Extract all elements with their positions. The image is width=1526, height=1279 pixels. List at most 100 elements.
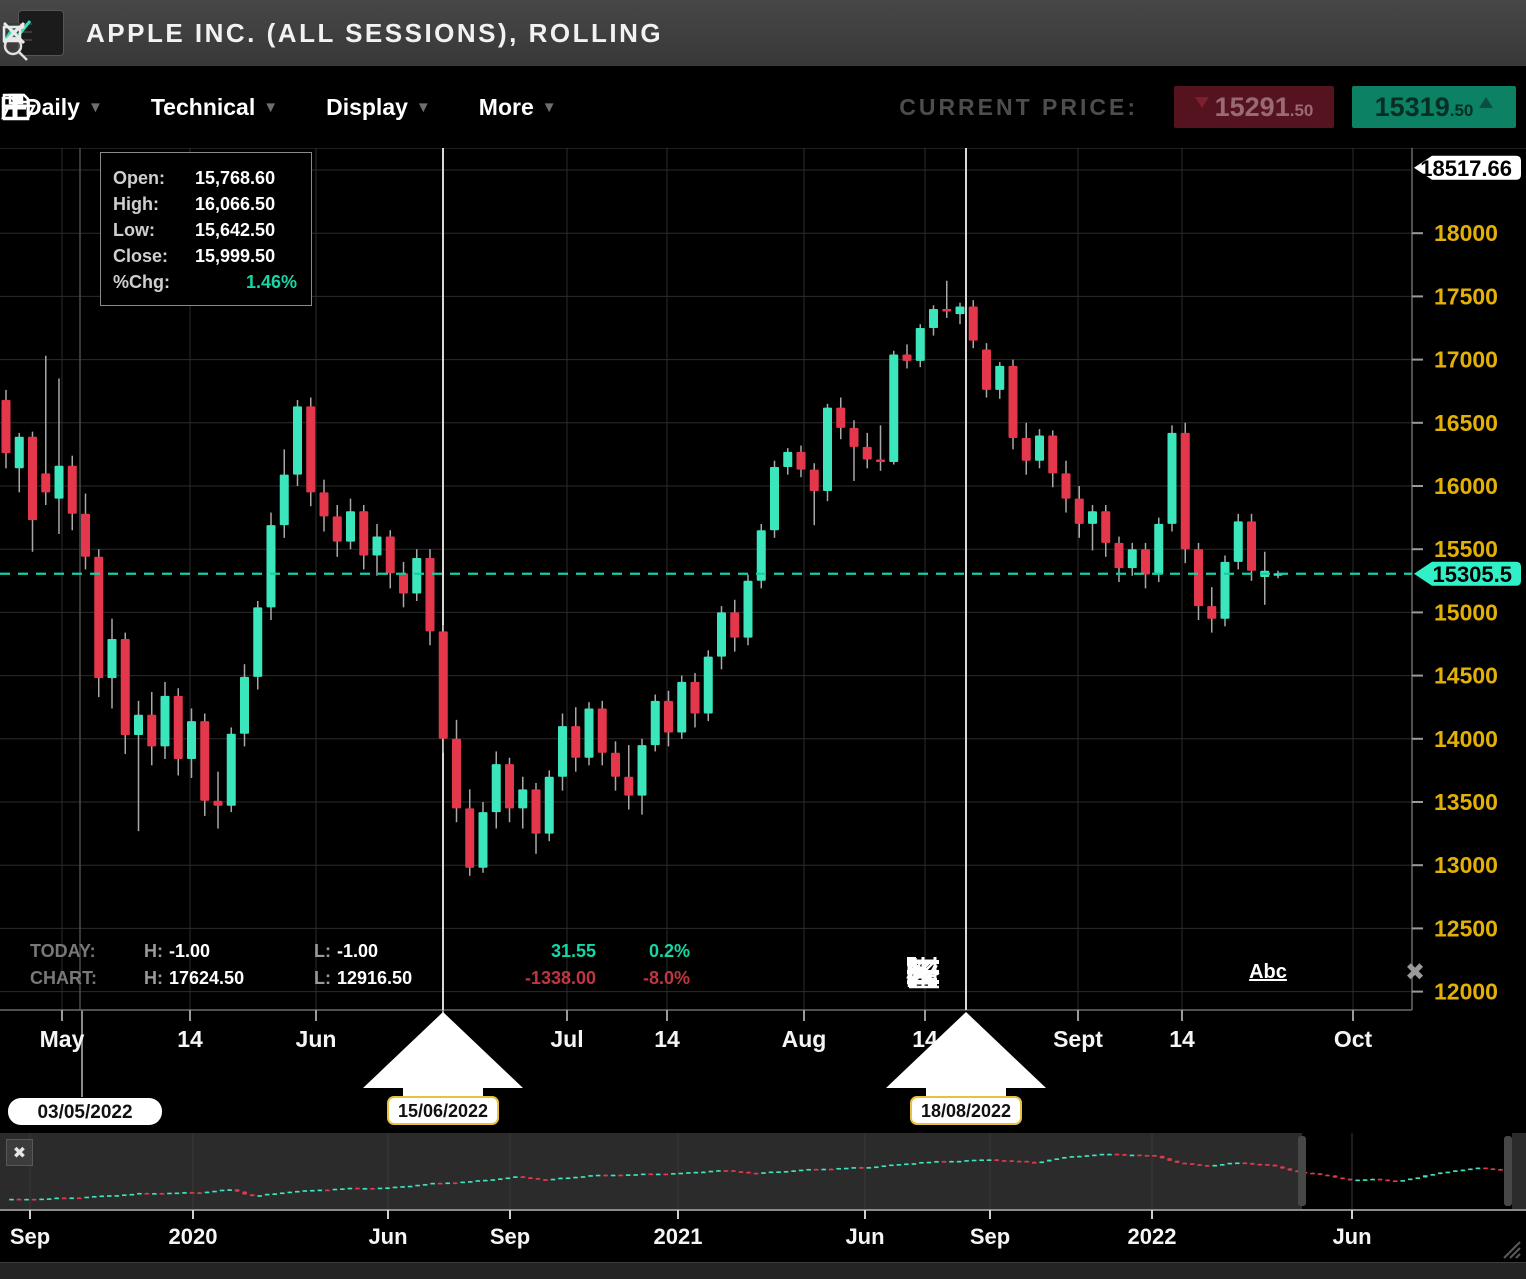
time-tick-label: Aug <box>782 1026 827 1052</box>
arrow-up-icon <box>1479 97 1493 108</box>
time-tick-label: Jul <box>550 1026 583 1052</box>
candle-body <box>518 789 527 808</box>
mini-time-axis: Sep2020JunSep2021JunSep2022Jun <box>10 1210 1372 1249</box>
candle-body <box>1247 521 1256 570</box>
chevron-down-icon: ▼ <box>416 99 431 116</box>
main-toolbar: Daily ▼ Technical ▼ Display ▼ More ▼ <box>0 66 1526 148</box>
today-change-pct: 0.2% <box>610 941 690 962</box>
mini-time-tick-label: 2020 <box>169 1224 218 1249</box>
text-tool[interactable]: Abc <box>1248 950 1288 994</box>
time-tick-label: 14 <box>1169 1026 1195 1052</box>
price-tick-label: 12000 <box>1434 979 1498 1005</box>
drawing-toolbar: Abc ✖ <box>905 946 1435 998</box>
candlesticks <box>2 281 1283 876</box>
session-lines <box>443 148 966 1010</box>
candle-body <box>730 612 739 637</box>
trend-line-tool[interactable] <box>1150 950 1190 994</box>
candle-body <box>55 466 64 499</box>
low-label: Low: <box>113 217 187 243</box>
candle-body <box>532 789 541 833</box>
fan-lines-tool[interactable] <box>1052 950 1092 994</box>
price-tick-label: 18000 <box>1434 220 1498 246</box>
low-value: 15,642.50 <box>195 217 275 243</box>
price-tick-label: 14000 <box>1434 726 1498 752</box>
overview-mini-chart[interactable]: Sep2020JunSep2021JunSep2022Jun <box>0 1133 1526 1278</box>
price-axis: 1800017500170001650016000155001500014500… <box>1412 156 1521 1005</box>
candle-body <box>1075 499 1084 524</box>
candle-body <box>823 408 832 491</box>
candle-body <box>810 470 819 491</box>
candle-body <box>1128 549 1137 568</box>
grid-tool[interactable] <box>1003 950 1043 994</box>
candle-body <box>956 307 965 315</box>
drawing-toolbar-close-icon[interactable]: ✖ <box>1395 950 1435 994</box>
candle-body <box>1194 549 1203 606</box>
menu-display[interactable]: Display ▼ <box>326 94 431 121</box>
rectangle-tool[interactable] <box>1199 950 1239 994</box>
candle-body <box>161 696 170 747</box>
candle-body <box>187 721 196 759</box>
candle-body <box>452 739 461 809</box>
diagonal-line-tool[interactable] <box>1297 950 1337 994</box>
price-tick-label: 17000 <box>1434 347 1498 373</box>
mini-chart-close-icon[interactable]: ✖ <box>6 1139 33 1166</box>
menu-more-label: More <box>479 94 534 121</box>
current-price-label: CURRENT PRICE: <box>899 94 1138 121</box>
candle-body <box>929 309 938 328</box>
candle-body <box>558 726 567 777</box>
candle-body <box>677 682 686 733</box>
current-price-area: CURRENT PRICE: 15291 .50 15319 .50 <box>899 86 1516 128</box>
menu-technical[interactable]: Technical ▼ <box>151 94 278 121</box>
candle-body <box>346 511 355 541</box>
candle-body <box>306 406 315 492</box>
mini-selection-window[interactable] <box>1302 1133 1512 1210</box>
mini-time-tick-label: 2022 <box>1128 1224 1177 1249</box>
candle-body <box>227 734 236 806</box>
candle-body <box>1048 435 1057 473</box>
price-tag-value: 15305.5 <box>1432 562 1512 587</box>
mini-time-tick-label: Sep <box>970 1224 1010 1249</box>
candle-body <box>1101 511 1110 543</box>
price-tick-label: 15000 <box>1434 599 1498 625</box>
candle-body <box>1035 435 1044 460</box>
today-high-value: -1.00 <box>169 941 210 962</box>
candle-body <box>15 437 24 469</box>
menu-daily[interactable]: Daily ▼ <box>25 94 103 121</box>
candle-body <box>916 328 925 361</box>
session-date-label: 18/08/2022 <box>921 1101 1011 1121</box>
mini-selection-left-handle[interactable] <box>1298 1136 1306 1206</box>
vertical-line-tool[interactable] <box>1346 950 1386 994</box>
candle-body <box>1154 524 1163 575</box>
price-tick-label: 15500 <box>1434 536 1498 562</box>
candle-body <box>903 355 912 361</box>
candle-body <box>147 715 156 747</box>
today-low-label: L: <box>314 941 331 962</box>
title-bar: APPLE INC. (ALL SESSIONS), ROLLING <box>0 0 1526 66</box>
resize-grip-icon[interactable] <box>1504 1242 1520 1258</box>
candle-body <box>571 726 580 758</box>
bid-price-value: 15291 <box>1215 92 1290 123</box>
time-tick-label: Sept <box>1053 1026 1103 1052</box>
price-tag-value: 18517.66 <box>1420 156 1512 181</box>
candle-body <box>134 715 143 735</box>
candle-body <box>651 701 660 745</box>
session-marker-arrow-icon <box>886 1012 1046 1099</box>
candle-body <box>386 537 395 574</box>
price-tick-label: 14500 <box>1434 663 1498 689</box>
candle-body <box>982 349 991 389</box>
mini-time-tick-label: Jun <box>845 1224 884 1249</box>
curve-tool[interactable] <box>954 950 994 994</box>
mini-time-tick-label: Sep <box>490 1224 530 1249</box>
candle-body <box>359 511 368 555</box>
menu-more[interactable]: More ▼ <box>479 94 557 121</box>
today-low-value: -1.00 <box>337 941 378 962</box>
today-caption: TODAY: <box>30 941 122 962</box>
close-label: Close: <box>113 243 187 269</box>
mini-selection-right-handle[interactable] <box>1504 1136 1512 1206</box>
candle-body <box>41 473 50 492</box>
horizontal-line-tool[interactable] <box>1101 950 1141 994</box>
candle-body <box>412 558 421 593</box>
candle-body <box>214 801 223 806</box>
candle-body <box>691 682 700 714</box>
candle-body <box>585 708 594 757</box>
